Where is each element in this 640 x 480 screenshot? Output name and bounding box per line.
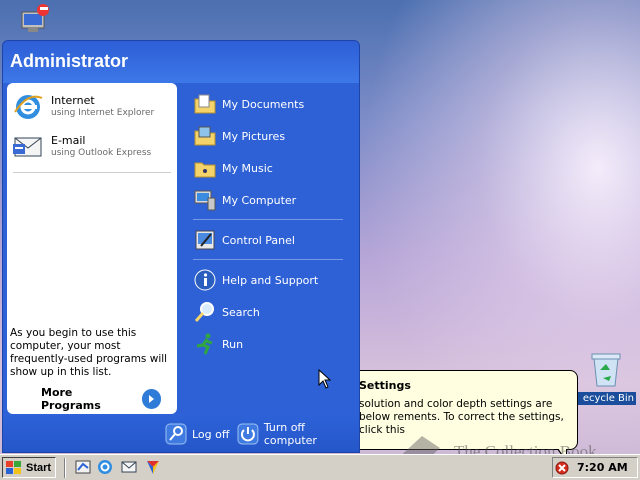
internet-explorer-icon xyxy=(98,460,112,474)
menu-item-label: My Pictures xyxy=(222,129,286,143)
frequent-programs-hint: As you begin to use this computer, your … xyxy=(10,327,168,378)
start-menu-footer: Log off Turn off computer xyxy=(3,414,359,452)
pinned-internet-subtitle: using Internet Explorer xyxy=(51,108,155,118)
user-name: Administrator xyxy=(3,41,359,83)
pinned-internet[interactable]: Internet using Internet Explorer xyxy=(11,89,171,125)
menu-item-my-pictures[interactable]: My Pictures xyxy=(193,123,285,149)
start-label: Start xyxy=(26,461,52,474)
error-icon[interactable] xyxy=(555,461,569,475)
pinned-email[interactable]: E-mail using Outlook Express xyxy=(11,129,171,165)
system-tray: 7:20 AM xyxy=(552,457,638,478)
recycle-bin-label: ecycle Bin xyxy=(570,392,636,405)
outlook-express-icon xyxy=(13,137,42,157)
menu-item-control-panel[interactable]: Control Panel xyxy=(193,227,295,253)
places-panel: My Documents My Pictures My Music My Com… xyxy=(181,83,357,414)
balloon-title: Settings xyxy=(359,379,411,392)
pinned-separator xyxy=(13,172,171,173)
menu-item-my-computer[interactable]: My Computer xyxy=(193,187,296,213)
turn-off-button[interactable]: Turn off computer xyxy=(237,421,359,447)
pinned-internet-title: Internet xyxy=(51,94,95,107)
menu-item-label: My Music xyxy=(222,161,273,175)
menu-item-run[interactable]: Run xyxy=(193,331,243,357)
menu-item-my-documents[interactable]: My Documents xyxy=(193,91,304,117)
menu-item-label: Control Panel xyxy=(222,233,295,247)
recycle-bin-icon xyxy=(591,353,621,387)
media-player-icon xyxy=(147,461,159,474)
menu-item-search[interactable]: Search xyxy=(193,299,260,325)
windows-logo-icon xyxy=(6,460,21,474)
arrow-right-icon xyxy=(141,389,161,409)
my-computer-icon xyxy=(194,190,216,211)
menu-item-label: My Documents xyxy=(222,97,305,111)
taskbar: Start 7:20 AM xyxy=(0,454,640,480)
more-programs-label: More Programs xyxy=(41,386,101,412)
quick-launch-handle[interactable] xyxy=(64,458,66,478)
places-separator-2 xyxy=(193,259,343,260)
mouse-cursor-icon xyxy=(318,368,332,392)
log-off-label: Log off xyxy=(192,427,230,441)
menu-item-label: Search xyxy=(222,305,260,319)
folder-documents-icon xyxy=(194,94,216,114)
menu-item-my-music[interactable]: My Music xyxy=(193,155,273,181)
show-desktop-icon xyxy=(75,460,91,474)
more-programs-button[interactable]: More Programs xyxy=(41,386,161,412)
menu-item-label: My Computer xyxy=(222,193,297,207)
pinned-email-title: E-mail xyxy=(51,134,86,147)
recycle-bin[interactable]: ecycle Bin xyxy=(570,350,636,405)
pinned-email-subtitle: using Outlook Express xyxy=(51,148,152,158)
start-menu: Administrator Internet using Internet Ex… xyxy=(2,40,360,453)
quick-launch-outlook[interactable] xyxy=(120,458,138,476)
folder-pictures-icon xyxy=(194,126,216,146)
menu-item-help-support[interactable]: Help and Support xyxy=(193,267,318,293)
folder-music-icon xyxy=(194,162,216,178)
log-off-button[interactable]: Log off xyxy=(165,422,229,446)
turn-off-label: Turn off computer xyxy=(263,421,317,447)
clock[interactable]: 7:20 AM xyxy=(577,461,628,474)
help-icon xyxy=(194,269,216,291)
outlook-express-icon xyxy=(121,461,137,473)
control-panel-icon xyxy=(195,230,215,250)
places-separator-1 xyxy=(193,219,343,220)
search-icon xyxy=(194,302,214,322)
quick-launch-media-player[interactable] xyxy=(144,458,162,476)
desktop-shortcut-icon[interactable] xyxy=(18,2,54,38)
power-icon xyxy=(237,423,259,445)
menu-item-label: Help and Support xyxy=(222,273,319,287)
menu-item-label: Run xyxy=(222,337,244,351)
pinned-programs-panel: Internet using Internet Explorer E-mail … xyxy=(7,83,177,414)
key-icon xyxy=(165,423,187,445)
quick-launch-desktop[interactable] xyxy=(74,458,92,476)
run-icon xyxy=(196,333,213,355)
internet-explorer-icon xyxy=(14,95,43,119)
start-button[interactable]: Start xyxy=(2,457,56,478)
quick-launch-ie[interactable] xyxy=(96,458,114,476)
